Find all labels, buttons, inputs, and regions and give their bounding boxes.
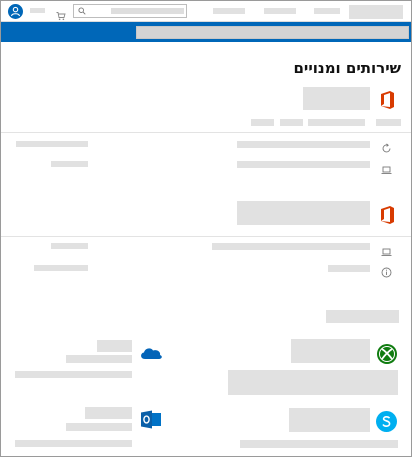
row-value-placeholder: [237, 141, 370, 148]
tab-placeholder[interactable]: [251, 119, 274, 126]
product-name-placeholder: [303, 87, 370, 110]
row-label-placeholder[interactable]: [34, 265, 88, 271]
service-link-placeholder[interactable]: [15, 371, 132, 378]
shopping-cart-icon[interactable]: [56, 6, 66, 21]
browser-page: שירותים ומנויים: [0, 0, 412, 457]
divider: [1, 132, 411, 133]
row-label-placeholder[interactable]: [51, 161, 88, 167]
row-label-placeholder[interactable]: [16, 141, 88, 147]
row-label-placeholder[interactable]: [51, 243, 88, 249]
tab-placeholder[interactable]: [376, 119, 401, 126]
divider: [1, 236, 411, 237]
service-subtitle-placeholder: [66, 423, 132, 431]
sign-in-button[interactable]: [349, 5, 403, 19]
search-input[interactable]: [73, 4, 187, 18]
onedrive-logo-icon: [139, 345, 163, 359]
refresh-icon[interactable]: [381, 139, 392, 153]
product-name-placeholder: [237, 201, 370, 225]
service-link-placeholder[interactable]: [240, 440, 398, 448]
service-name-placeholder: [289, 408, 370, 432]
account-icon[interactable]: [8, 4, 23, 19]
nav-link-placeholder[interactable]: [314, 8, 340, 14]
laptop-icon: [381, 160, 392, 174]
account-header-bar: [1, 22, 411, 42]
service-name-placeholder: [97, 340, 132, 352]
service-link-placeholder[interactable]: [15, 440, 132, 447]
nav-link-placeholder[interactable]: [213, 8, 245, 14]
xbox-logo-icon: [377, 344, 397, 364]
nav-link-placeholder[interactable]: [30, 8, 45, 13]
service-description-placeholder: [228, 370, 398, 395]
tab-placeholder[interactable]: [308, 119, 365, 126]
row-value-placeholder: [212, 243, 370, 250]
section-heading-placeholder: [326, 310, 399, 323]
office-logo-icon: [378, 205, 396, 224]
row-value-placeholder: [237, 161, 370, 168]
nav-link-placeholder[interactable]: [264, 8, 296, 14]
search-placeholder-text: [111, 8, 184, 14]
page-title: שירותים ומנויים: [293, 59, 401, 77]
service-name-placeholder: [291, 339, 370, 363]
tab-placeholder[interactable]: [280, 119, 303, 126]
service-subtitle-placeholder: [66, 355, 132, 363]
service-name-placeholder: [85, 407, 132, 419]
office-logo-icon: [378, 90, 396, 109]
laptop-icon: [381, 242, 392, 256]
search-icon: [78, 7, 86, 15]
account-nav-strip[interactable]: [136, 26, 409, 39]
outlook-logo-icon: [141, 410, 162, 429]
skype-logo-icon: [376, 411, 397, 432]
row-value-placeholder: [328, 265, 370, 272]
info-icon: [381, 263, 392, 278]
